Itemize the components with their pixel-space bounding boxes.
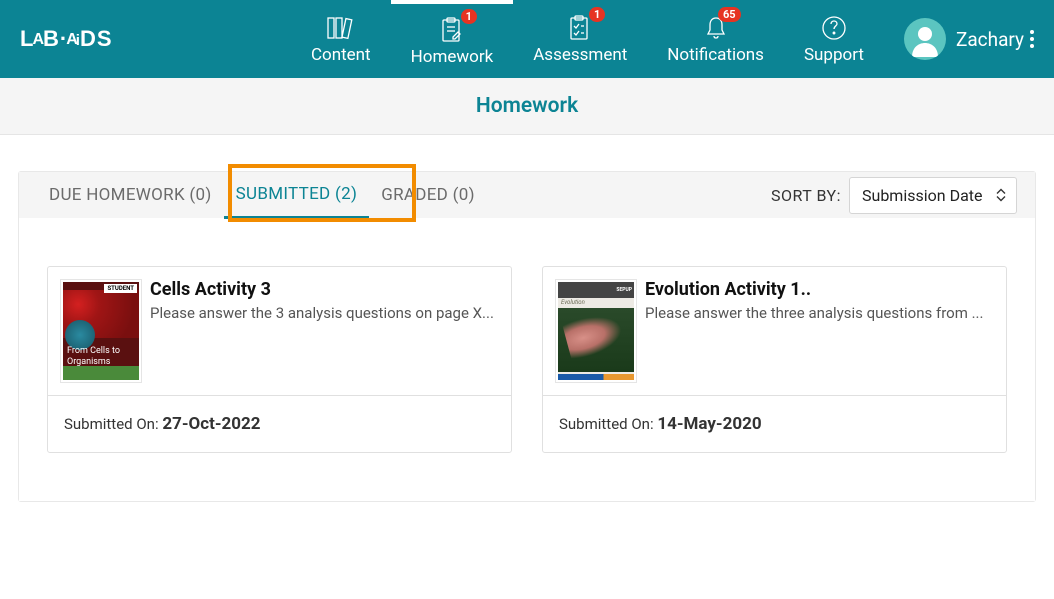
- card-desc: Please answer the three analysis questio…: [645, 304, 994, 322]
- user-name: Zachary: [956, 28, 1024, 51]
- nav-notifications-label: Notifications: [667, 45, 764, 65]
- homework-card[interactable]: STUDENT From Cells to Organisms Cells Ac…: [47, 266, 512, 453]
- card-footer: Submitted On: 27-Oct-2022: [48, 395, 511, 452]
- submitted-date: 27-Oct-2022: [162, 414, 260, 434]
- sort-label: SORT BY:: [771, 186, 841, 205]
- sort-select[interactable]: Submission Date: [849, 177, 1017, 214]
- homework-card[interactable]: SEPUP Evolution Evolution Activity 1.. P…: [542, 266, 1007, 453]
- cards-container: STUDENT From Cells to Organisms Cells Ac…: [19, 218, 1035, 501]
- help-icon: [821, 13, 847, 43]
- tab-due-homework[interactable]: DUE HOMEWORK (0): [37, 172, 224, 218]
- card-title: Evolution Activity 1..: [645, 279, 994, 300]
- avatar: [904, 18, 946, 60]
- content-area: DUE HOMEWORK (0) SUBMITTED (2) GRADED (0…: [0, 135, 1054, 520]
- user-menu[interactable]: Zachary: [904, 18, 1034, 60]
- tab-submitted[interactable]: SUBMITTED (2): [224, 173, 370, 219]
- submitted-label: Submitted On:: [64, 415, 162, 433]
- bell-icon: 65: [703, 13, 729, 43]
- nav-assessment[interactable]: 1 Assessment: [513, 0, 647, 78]
- card-footer: Submitted On: 14-May-2020: [543, 395, 1006, 452]
- book-thumbnail: SEPUP Evolution: [555, 279, 637, 383]
- submitted-label: Submitted On:: [559, 415, 657, 433]
- books-icon: [326, 13, 356, 43]
- nav-homework[interactable]: 1 Homework: [391, 0, 514, 78]
- main-nav: Content 1 Homework: [291, 0, 884, 78]
- nav-assessment-label: Assessment: [533, 45, 627, 65]
- assessment-badge: 1: [589, 7, 605, 22]
- nav-content-label: Content: [311, 45, 371, 65]
- header: LAB·AiDS Content 1: [0, 0, 1054, 78]
- nav-homework-label: Homework: [411, 47, 494, 67]
- sort-section: SORT BY: Submission Date: [771, 177, 1017, 214]
- book-thumbnail: STUDENT From Cells to Organisms: [60, 279, 142, 383]
- nav-support-label: Support: [804, 45, 864, 65]
- kebab-icon: [1030, 30, 1034, 48]
- clipboard-pencil-icon: 1: [439, 15, 465, 45]
- card-title: Cells Activity 3: [150, 279, 499, 300]
- nav-notifications[interactable]: 65 Notifications: [647, 0, 784, 78]
- sort-arrows-icon: [996, 189, 1006, 202]
- brand-logo: LAB·AiDS: [20, 26, 113, 52]
- page-title-bar: Homework: [0, 78, 1054, 135]
- tabs-row: DUE HOMEWORK (0) SUBMITTED (2) GRADED (0…: [19, 172, 1035, 218]
- clipboard-check-icon: 1: [567, 13, 593, 43]
- nav-content[interactable]: Content: [291, 0, 391, 78]
- notifications-badge: 65: [718, 7, 741, 22]
- homework-panel: DUE HOMEWORK (0) SUBMITTED (2) GRADED (0…: [18, 171, 1036, 502]
- submitted-date: 14-May-2020: [657, 414, 761, 434]
- nav-support[interactable]: Support: [784, 0, 884, 78]
- sort-value: Submission Date: [862, 186, 982, 205]
- homework-badge: 1: [461, 9, 477, 24]
- tab-graded[interactable]: GRADED (0): [369, 172, 487, 218]
- card-desc: Please answer the 3 analysis questions o…: [150, 304, 499, 322]
- page-title: Homework: [0, 94, 1054, 118]
